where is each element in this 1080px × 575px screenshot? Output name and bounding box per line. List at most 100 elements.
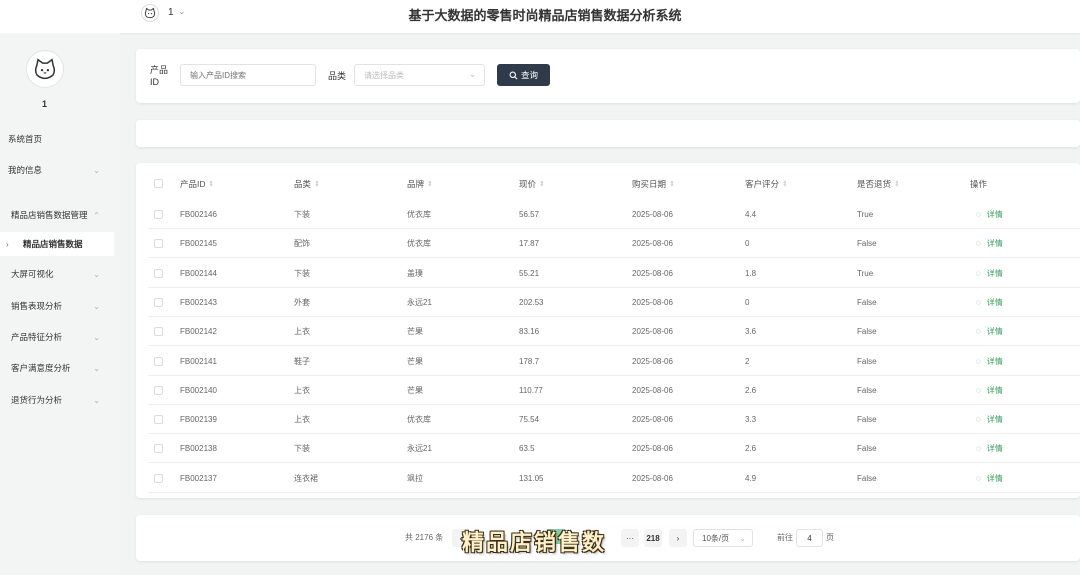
detail-button[interactable]: ◌ 详情 xyxy=(976,229,1003,258)
detail-button[interactable]: ◌ 详情 xyxy=(976,200,1003,229)
cell-purchase-date: 2025-08-06 xyxy=(632,297,673,307)
row-checkbox[interactable] xyxy=(154,415,163,425)
cell-purchase-date: 2025-08-06 xyxy=(632,444,673,454)
column-header-rating[interactable]: 客户评分 ⇕ xyxy=(745,169,788,198)
detail-button[interactable]: ◌ 详情 xyxy=(976,317,1003,346)
cell-brand: 优衣库 xyxy=(407,239,431,249)
sidebar-item-label: 精品店销售数据管理 xyxy=(11,210,88,220)
column-header-price[interactable]: 现价 ⇕ xyxy=(519,169,545,198)
row-checkbox[interactable] xyxy=(154,473,163,483)
row-checkbox[interactable] xyxy=(154,268,163,278)
detail-icon: ◌ xyxy=(976,444,981,454)
sidebar-item-return-behavior[interactable]: 退货行为分析 ⌄ xyxy=(0,388,114,412)
detail-label: 详情 xyxy=(986,268,1003,278)
column-header-category[interactable]: 品类 ⇕ xyxy=(294,169,320,198)
cell-product-id: FB002144 xyxy=(180,268,217,278)
category-label: 品类 xyxy=(328,71,347,81)
sidebar-item-my-info[interactable]: 我的信息 ⌄ xyxy=(0,158,114,182)
sidebar-item-sales-data[interactable]: › 精品店销售数据 xyxy=(0,232,114,256)
detail-button[interactable]: ◌ 详情 xyxy=(976,434,1003,463)
row-checkbox[interactable] xyxy=(154,297,163,307)
sidebar-item-home[interactable]: 系统首页 xyxy=(0,127,114,151)
table-row: FB002143 外套 永远21 202.53 2025-08-06 0 False ◌ 详情 xyxy=(148,288,1080,317)
sidebar-item-label: 大屏可视化 xyxy=(11,269,54,279)
detail-label: 详情 xyxy=(986,327,1003,337)
detail-icon: ◌ xyxy=(976,268,981,278)
sidebar-item-product-features[interactable]: 产品特征分析 ⌄ xyxy=(0,325,114,349)
sidebar-item-sales-performance[interactable]: 销售表现分析 ⌄ xyxy=(0,294,114,318)
chevron-down-icon[interactable]: ⌄ xyxy=(178,6,186,17)
detail-button[interactable]: ◌ 详情 xyxy=(976,288,1003,317)
page-size-select[interactable]: 10条/页 ⌄ xyxy=(693,529,753,547)
column-header-purchase-date[interactable]: 购买日期 ⇕ xyxy=(632,169,675,198)
row-checkbox[interactable] xyxy=(154,385,163,395)
detail-label: 详情 xyxy=(986,415,1003,425)
sort-icon: ⇕ xyxy=(539,180,545,188)
cell-rating: 3.3 xyxy=(745,415,757,425)
sidebar-item-customer-satisfaction[interactable]: 客户满意度分析 ⌄ xyxy=(0,356,114,380)
sidebar-item-sales-data-management[interactable]: 精品店销售数据管理 ⌃ xyxy=(0,203,114,227)
detail-button[interactable]: ◌ 详情 xyxy=(976,464,1003,493)
category-select[interactable]: 请选择品类 ⌄ xyxy=(354,64,485,86)
cell-purchase-date: 2025-08-06 xyxy=(632,385,673,395)
category-placeholder: 请选择品类 xyxy=(364,70,404,80)
column-header-product-id[interactable]: 产品ID ⇕ xyxy=(180,169,214,198)
detail-button[interactable]: ◌ 详情 xyxy=(976,259,1003,288)
next-page-button[interactable]: › xyxy=(669,529,687,547)
data-table: 产品ID ⇕ 品类 ⇕ 品牌 ⇕ 现价 ⇕ 购买日期 ⇕ 客户评分 ⇕ 是否退货 ⇕ 操作 F… xyxy=(136,163,1080,498)
cell-returned: False xyxy=(857,239,877,249)
search-panel: 产品ID 品类 请选择品类 ⌄ 查询 xyxy=(136,49,1080,103)
cell-category: 连衣裙 xyxy=(294,473,318,483)
table-row: FB002146 下装 优衣库 56.57 2025-08-06 4.4 True ◌ 详情 xyxy=(148,200,1080,229)
cell-returned: False xyxy=(857,327,877,337)
table-row: FB002139 上衣 优衣库 75.54 2025-08-06 3.3 False ◌ 详情 xyxy=(148,405,1080,435)
cell-category: 外套 xyxy=(294,297,310,307)
detail-button[interactable]: ◌ 详情 xyxy=(976,405,1003,434)
header-user-name[interactable]: 1 xyxy=(168,7,174,18)
cell-rating: 4.9 xyxy=(745,473,757,483)
cat-avatar-icon xyxy=(144,7,156,19)
select-all-checkbox[interactable] xyxy=(154,179,163,188)
row-checkbox[interactable] xyxy=(154,239,163,249)
cell-category: 下装 xyxy=(294,444,310,454)
row-checkbox[interactable] xyxy=(154,356,163,366)
sidebar-item-label: 系统首页 xyxy=(8,134,43,144)
row-checkbox[interactable] xyxy=(154,444,163,454)
row-checkbox[interactable] xyxy=(154,210,163,219)
sidebar-item-label: 精品店销售数据 xyxy=(23,239,83,249)
cell-brand: 永远21 xyxy=(407,444,432,454)
detail-button[interactable]: ◌ 详情 xyxy=(976,347,1003,376)
cell-product-id: FB002143 xyxy=(180,297,217,307)
product-id-label: 产品ID xyxy=(150,65,169,87)
sort-icon: ⇕ xyxy=(208,180,215,188)
query-button-label: 查询 xyxy=(520,70,538,80)
table-row: FB002142 上衣 芒果 83.16 2025-08-06 3.6 False ◌ 详情 xyxy=(148,317,1080,347)
cell-rating: 0 xyxy=(745,297,750,307)
avatar[interactable] xyxy=(141,4,159,22)
cell-brand: 优衣库 xyxy=(407,415,431,425)
detail-label: 详情 xyxy=(986,297,1003,307)
column-header-brand[interactable]: 品牌 ⇕ xyxy=(407,169,433,198)
cell-returned: False xyxy=(857,356,877,366)
sidebar-avatar[interactable] xyxy=(26,50,64,88)
chevron-right-icon: › xyxy=(6,239,9,249)
toolbar-panel xyxy=(136,120,1080,147)
cell-returned: False xyxy=(857,473,877,483)
cell-brand: 芒果 xyxy=(407,385,423,395)
cell-purchase-date: 2025-08-06 xyxy=(632,327,673,337)
product-id-input[interactable] xyxy=(180,64,316,86)
sort-icon: ⇕ xyxy=(894,180,900,188)
column-header-returned[interactable]: 是否退货 ⇕ xyxy=(857,169,900,198)
sidebar-item-dashboard[interactable]: 大屏可视化 ⌄ xyxy=(0,262,114,286)
table-row: FB002141 鞋子 芒果 178.7 2025-08-06 2 False ◌ 详情 xyxy=(148,347,1080,376)
row-checkbox[interactable] xyxy=(154,327,163,337)
page-ellipsis[interactable]: ··· xyxy=(621,529,639,547)
page-last[interactable]: 218 xyxy=(644,529,662,547)
query-button[interactable]: 查询 xyxy=(497,64,550,86)
cell-purchase-date: 2025-08-06 xyxy=(632,210,673,219)
chevron-down-icon: ⌄ xyxy=(93,395,100,405)
goto-page-input[interactable]: 4 xyxy=(796,529,823,547)
sidebar-item-label: 客户满意度分析 xyxy=(11,363,71,373)
detail-button[interactable]: ◌ 详情 xyxy=(976,376,1003,405)
page-title: 基于大数据的零售时尚精品店销售数据分析系统 xyxy=(408,8,682,23)
